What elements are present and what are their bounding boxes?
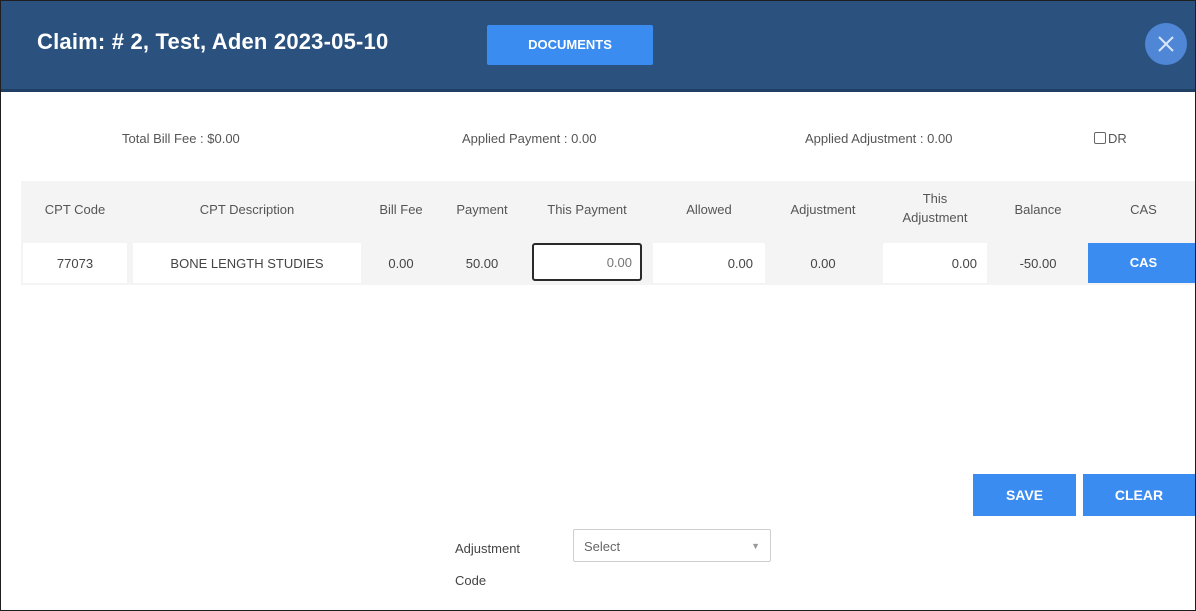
total-bill-fee: Total Bill Fee : $0.00 [122, 131, 240, 146]
cell-payment: 50.00 [465, 256, 499, 271]
dr-checkbox[interactable]: DR [1094, 131, 1127, 146]
header-payment: Payment [456, 202, 508, 217]
header-cpt-code: CPT Code [44, 202, 106, 217]
header-this-adjustment-line1: This [922, 191, 948, 206]
this-payment-input[interactable] [532, 243, 642, 281]
header-cas: CAS [1130, 202, 1157, 217]
cell-allowed: 0.00 [727, 256, 753, 271]
chevron-down-icon: ▼ [751, 541, 760, 551]
cell-this-adjustment: 0.00 [951, 256, 977, 271]
header-this-payment: This Payment [547, 202, 627, 217]
cell-adjustment: 0.00 [810, 256, 836, 271]
adjustment-code-label-line1: Adjustment [455, 541, 521, 556]
adjustment-code-label-line2: Code [455, 573, 487, 588]
cell-balance: -50.00 [1019, 256, 1057, 271]
header-this-adjustment-line2: Adjustment [902, 210, 968, 225]
header-this-adjustment: This Adjustment [881, 189, 989, 227]
documents-button[interactable]: DOCUMENTS [487, 25, 653, 65]
dialog-header: Claim: # 2, Test, Aden 2023-05-10 DOCUME… [1, 1, 1195, 92]
cas-button[interactable]: CAS [1088, 243, 1195, 283]
checkbox-icon[interactable] [1094, 132, 1106, 144]
close-button[interactable] [1145, 23, 1187, 65]
header-adjustment: Adjustment [790, 202, 856, 217]
adjustment-code-label: Adjustment Code [455, 539, 520, 591]
header-balance: Balance [1014, 202, 1062, 217]
claim-dialog: Claim: # 2, Test, Aden 2023-05-10 DOCUME… [0, 0, 1196, 611]
adjustment-code-selected: Select [584, 539, 621, 554]
save-button[interactable]: SAVE [973, 474, 1076, 516]
adjustment-code-select[interactable]: Select ▼ [573, 529, 771, 562]
header-cpt-description: CPT Description [199, 202, 295, 217]
dialog-title: Claim: # 2, Test, Aden 2023-05-10 [37, 29, 389, 54]
cell-bill-fee: 0.00 [388, 256, 414, 271]
clear-button[interactable]: CLEAR [1083, 474, 1195, 516]
header-bill-fee: Bill Fee [379, 202, 423, 217]
dr-label: DR [1108, 131, 1127, 146]
applied-payment: Applied Payment : 0.00 [462, 131, 597, 146]
cell-cpt-description: BONE LENGTH STUDIES [170, 256, 324, 271]
applied-adjustment: Applied Adjustment : 0.00 [805, 131, 953, 146]
header-allowed: Allowed [686, 202, 732, 217]
cell-cpt-code: 77073 [56, 256, 94, 271]
